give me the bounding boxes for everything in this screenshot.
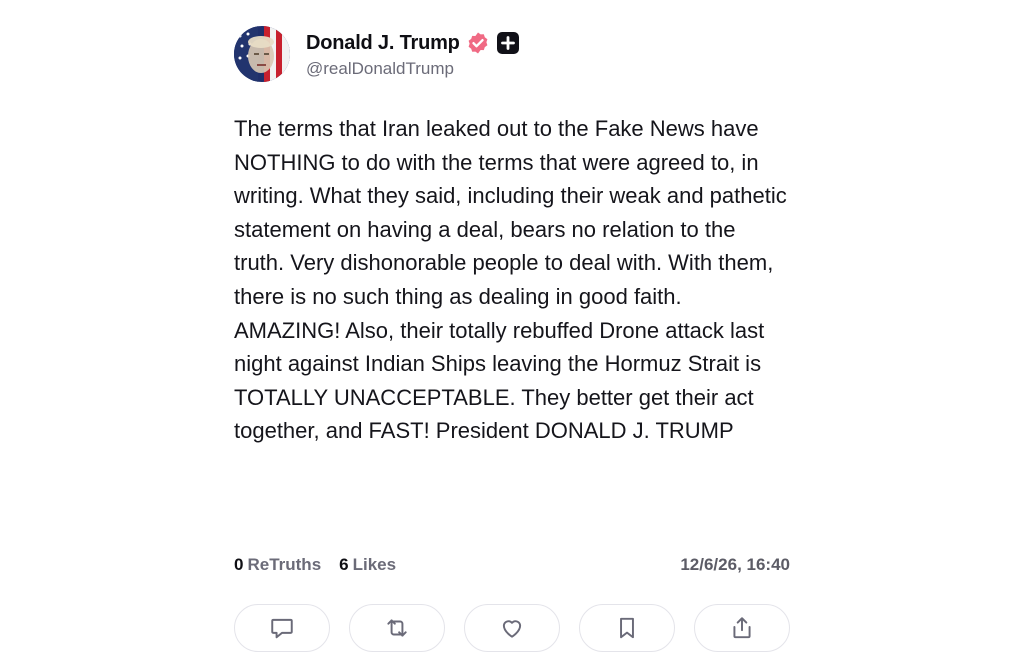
author-handle[interactable]: @realDonaldTrump <box>306 59 520 79</box>
author-info: Donald J. Trump @realDonaldTrump <box>306 29 520 79</box>
like-button[interactable] <box>464 604 560 652</box>
post-timestamp: 12/6/26, 16:40 <box>680 555 790 574</box>
verified-check-icon <box>466 31 490 55</box>
likes-count: 6 <box>339 555 349 574</box>
name-row: Donald J. Trump <box>306 29 520 57</box>
retruths-stat[interactable]: 0 ReTruths <box>234 555 321 575</box>
likes-stat[interactable]: 6 Likes <box>339 555 396 575</box>
heart-icon <box>502 620 522 638</box>
bookmark-button[interactable] <box>579 604 675 652</box>
retruths-count: 0 <box>234 555 244 574</box>
avatar[interactable] <box>234 26 290 82</box>
likes-label: Likes <box>352 555 397 574</box>
avatar-image <box>234 26 290 82</box>
post-text: The terms that Iran leaked out to the Fa… <box>234 116 787 444</box>
plus-square-icon <box>496 31 520 55</box>
retruth-button[interactable] <box>349 604 445 652</box>
action-bar <box>234 604 790 652</box>
bookmark-icon <box>620 617 634 639</box>
comment-icon <box>271 618 293 639</box>
share-button[interactable] <box>694 604 790 652</box>
post-card: Donald J. Trump @realDonaldTrump The ter… <box>234 24 790 652</box>
repost-icon <box>387 619 407 637</box>
author-display-name[interactable]: Donald J. Trump <box>306 32 460 55</box>
post-header: Donald J. Trump @realDonaldTrump <box>234 24 790 84</box>
reply-button[interactable] <box>234 604 330 652</box>
retruths-label: ReTruths <box>247 555 322 574</box>
share-icon <box>733 617 751 639</box>
post-stats: 0 ReTruths 6 Likes 12/6/26, 16:40 <box>234 554 790 576</box>
